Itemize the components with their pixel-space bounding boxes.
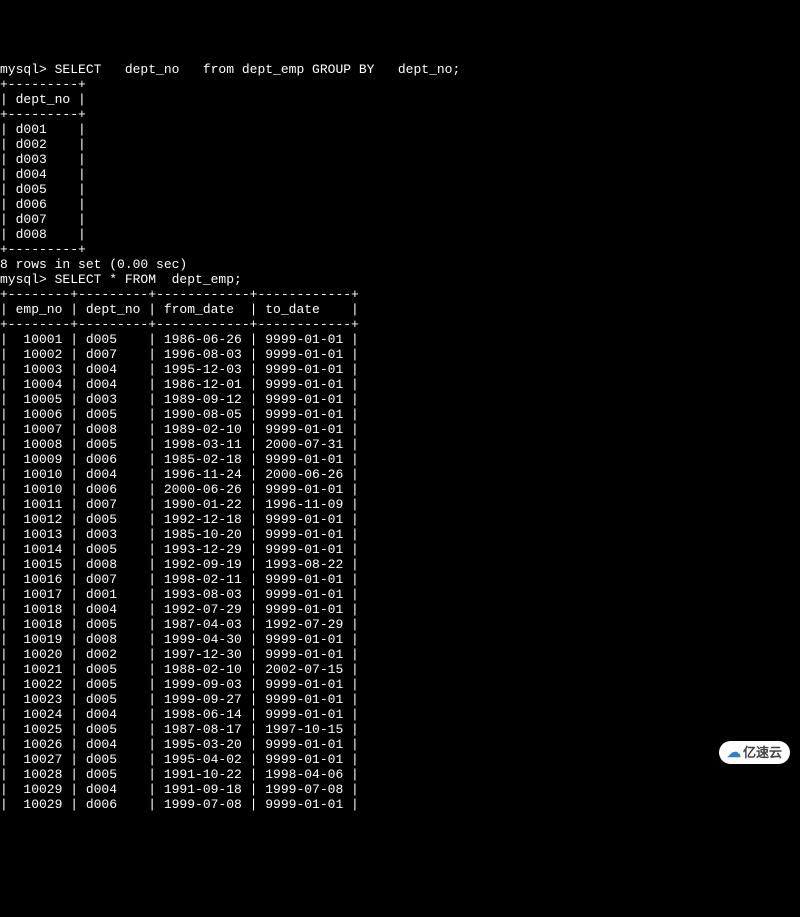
terminal-line: +--------+---------+------------+-------…	[0, 287, 800, 302]
terminal-line: | 10029 | d004 | 1991-09-18 | 1999-07-08…	[0, 782, 800, 797]
terminal-line: | emp_no | dept_no | from_date | to_date…	[0, 302, 800, 317]
terminal-line: 8 rows in set (0.00 sec)	[0, 257, 800, 272]
terminal-line: +--------+---------+------------+-------…	[0, 317, 800, 332]
cloud-icon: ☁	[727, 745, 741, 760]
terminal-line: | d008 |	[0, 227, 800, 242]
terminal-line: | 10019 | d008 | 1999-04-30 | 9999-01-01…	[0, 632, 800, 647]
terminal-line: | 10028 | d005 | 1991-10-22 | 1998-04-06…	[0, 767, 800, 782]
terminal-line: | d006 |	[0, 197, 800, 212]
terminal-line: | 10012 | d005 | 1992-12-18 | 9999-01-01…	[0, 512, 800, 527]
terminal-line: +---------+	[0, 242, 800, 257]
terminal-line: | 10023 | d005 | 1999-09-27 | 9999-01-01…	[0, 692, 800, 707]
terminal-line: | 10026 | d004 | 1995-03-20 | 9999-01-01…	[0, 737, 800, 752]
terminal-line: | 10013 | d003 | 1985-10-20 | 9999-01-01…	[0, 527, 800, 542]
terminal-line: | 10004 | d004 | 1986-12-01 | 9999-01-01…	[0, 377, 800, 392]
terminal-line: | 10005 | d003 | 1989-09-12 | 9999-01-01…	[0, 392, 800, 407]
terminal-line: | 10018 | d005 | 1987-04-03 | 1992-07-29…	[0, 617, 800, 632]
terminal-line: | d003 |	[0, 152, 800, 167]
terminal-line: | 10014 | d005 | 1993-12-29 | 9999-01-01…	[0, 542, 800, 557]
terminal-line: +---------+	[0, 107, 800, 122]
terminal-line: | 10010 | d004 | 1996-11-24 | 2000-06-26…	[0, 467, 800, 482]
terminal-line: | d007 |	[0, 212, 800, 227]
terminal-line: | d004 |	[0, 167, 800, 182]
watermark-text: 亿速云	[743, 745, 782, 760]
terminal-line: | 10024 | d004 | 1998-06-14 | 9999-01-01…	[0, 707, 800, 722]
terminal-line: | 10018 | d004 | 1992-07-29 | 9999-01-01…	[0, 602, 800, 617]
terminal-line: | d001 |	[0, 122, 800, 137]
terminal-line: | 10021 | d005 | 1988-02-10 | 2002-07-15…	[0, 662, 800, 677]
terminal-line: | 10002 | d007 | 1996-08-03 | 9999-01-01…	[0, 347, 800, 362]
terminal-line: | 10009 | d006 | 1985-02-18 | 9999-01-01…	[0, 452, 800, 467]
terminal-line: | 10003 | d004 | 1995-12-03 | 9999-01-01…	[0, 362, 800, 377]
terminal-line: | 10020 | d002 | 1997-12-30 | 9999-01-01…	[0, 647, 800, 662]
terminal-line: +---------+	[0, 77, 800, 92]
terminal-line: | 10016 | d007 | 1998-02-11 | 9999-01-01…	[0, 572, 800, 587]
terminal-line: | 10029 | d006 | 1999-07-08 | 9999-01-01…	[0, 797, 800, 812]
terminal-line: | 10027 | d005 | 1995-04-02 | 9999-01-01…	[0, 752, 800, 767]
terminal-output: mysql> SELECT dept_no from dept_emp GROU…	[0, 62, 800, 812]
terminal-line: | 10011 | d007 | 1990-01-22 | 1996-11-09…	[0, 497, 800, 512]
terminal-line: | dept_no |	[0, 92, 800, 107]
terminal-line: mysql> SELECT * FROM dept_emp;	[0, 272, 800, 287]
terminal-line: | 10022 | d005 | 1999-09-03 | 9999-01-01…	[0, 677, 800, 692]
terminal-line: | d002 |	[0, 137, 800, 152]
terminal-line: | 10015 | d008 | 1992-09-19 | 1993-08-22…	[0, 557, 800, 572]
terminal-line: | 10006 | d005 | 1990-08-05 | 9999-01-01…	[0, 407, 800, 422]
terminal-line: | 10007 | d008 | 1989-02-10 | 9999-01-01…	[0, 422, 800, 437]
terminal-line: | d005 |	[0, 182, 800, 197]
terminal-line: | 10001 | d005 | 1986-06-26 | 9999-01-01…	[0, 332, 800, 347]
terminal-line: | 10025 | d005 | 1987-08-17 | 1997-10-15…	[0, 722, 800, 737]
watermark-badge: ☁亿速云	[719, 741, 790, 764]
terminal-line: | 10017 | d001 | 1993-08-03 | 9999-01-01…	[0, 587, 800, 602]
terminal-line: mysql> SELECT dept_no from dept_emp GROU…	[0, 62, 800, 77]
terminal-line: | 10008 | d005 | 1998-03-11 | 2000-07-31…	[0, 437, 800, 452]
terminal-line: | 10010 | d006 | 2000-06-26 | 9999-01-01…	[0, 482, 800, 497]
